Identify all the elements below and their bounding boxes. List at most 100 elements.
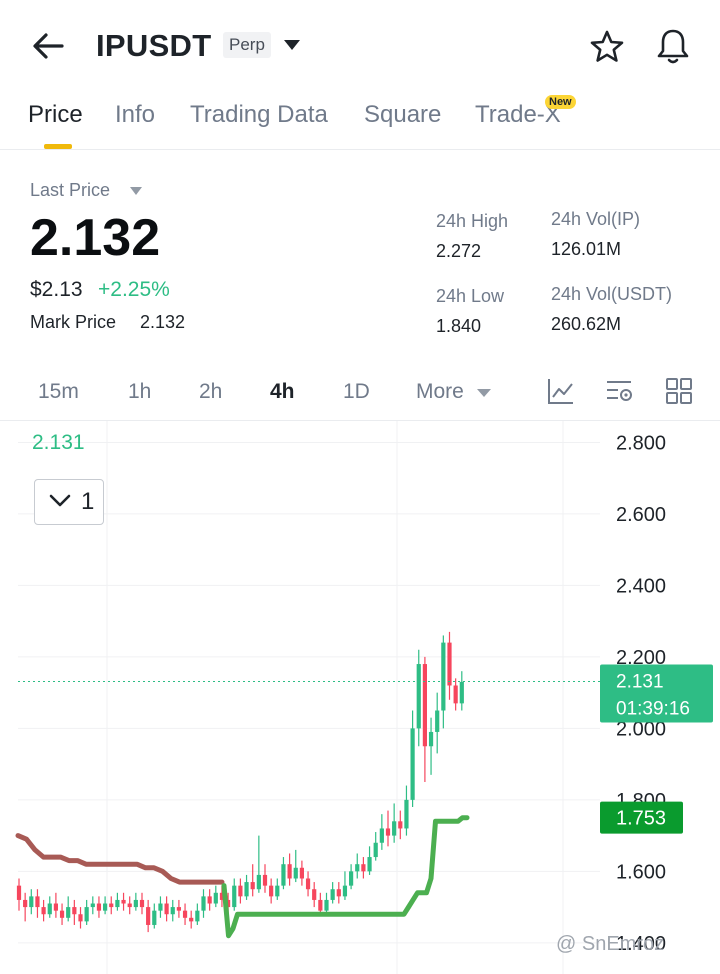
tab-price[interactable]: Price	[28, 101, 83, 129]
mark-price-value: 2.132	[140, 312, 186, 332]
candle-up	[324, 899, 329, 911]
candle-down	[78, 914, 83, 922]
candle-down	[164, 903, 169, 915]
y-tick-label: 2.600	[616, 504, 666, 526]
candle-up	[355, 864, 360, 872]
interval-more[interactable]: More	[416, 380, 464, 404]
tab-info[interactable]: Info	[115, 101, 155, 129]
tab-square[interactable]: Square	[364, 101, 441, 129]
interval-4h[interactable]: 4h	[270, 380, 295, 404]
candle-down	[41, 907, 46, 915]
candle-up	[232, 885, 237, 908]
candle-down	[447, 642, 452, 686]
symbol-dropdown-icon[interactable]	[284, 40, 300, 50]
candle-up	[103, 903, 108, 911]
candle-down	[121, 899, 126, 904]
price-chart-area[interactable]: 2.800 2.600 2.400 2.200 2.000 1.800 1.600 1.400…	[0, 420, 720, 974]
supertrend-down-line	[15, 833, 225, 885]
candle-down	[35, 896, 40, 908]
active-tab-indicator	[44, 144, 72, 149]
high-value: 2.272	[436, 241, 482, 261]
symbol-title[interactable]: IPUSDT	[96, 28, 211, 64]
indicator-collapse-button[interactable]: 1	[34, 479, 104, 525]
candle-down	[109, 903, 114, 908]
candle-down	[127, 903, 132, 908]
candle-up	[379, 828, 384, 843]
candle-up	[275, 885, 280, 897]
current-price-label: 2.131	[616, 672, 664, 693]
candle-down	[453, 685, 458, 704]
candle-up	[404, 799, 409, 829]
candle-up	[66, 907, 71, 918]
vol-ip-label: 24h Vol(IP)	[551, 209, 641, 229]
candle-down	[398, 821, 403, 829]
candle-down	[287, 864, 292, 879]
last-price-label[interactable]: Last Price	[30, 180, 110, 201]
candle-down	[299, 867, 304, 879]
layout-grid-icon[interactable]	[664, 376, 694, 406]
indicator-count: 1	[81, 488, 95, 515]
low-label: 24h Low	[436, 286, 505, 306]
chart-settings-icon[interactable]	[605, 376, 635, 406]
candle-up	[392, 821, 397, 836]
candle-down	[182, 910, 188, 918]
candle-up	[256, 874, 261, 890]
page-tabs: Price Info Trading Data Square Trade-X	[0, 92, 720, 150]
candle-down	[385, 828, 391, 836]
candle-up	[373, 842, 378, 858]
candle-up	[281, 864, 286, 886]
candle-countdown: 01:39:16	[616, 699, 690, 720]
candle-down	[361, 864, 366, 872]
candle-up	[133, 899, 138, 908]
last-price-dropdown-icon[interactable]	[130, 187, 142, 195]
candle-down	[72, 907, 77, 915]
y-tick-label: 2.400	[616, 575, 666, 597]
candle-up	[349, 871, 354, 886]
candle-down	[16, 885, 22, 900]
indicator-chart-icon[interactable]	[546, 376, 576, 406]
contract-type-badge: Perp	[223, 32, 271, 58]
interval-2h[interactable]: 2h	[199, 380, 222, 404]
candle-up	[195, 910, 200, 922]
vol-ip-value: 126.01M	[551, 239, 622, 259]
more-dropdown-icon[interactable]	[477, 389, 491, 397]
last-price-value: 2.132	[30, 209, 161, 267]
candle-up	[152, 910, 157, 925]
candle-up	[244, 882, 249, 897]
candle-up	[367, 857, 372, 872]
candle-down	[23, 899, 28, 908]
candle-up	[293, 867, 298, 879]
candle-up	[158, 903, 163, 911]
candle-down	[269, 885, 274, 897]
tab-trading-data[interactable]: Trading Data	[190, 101, 328, 129]
candlestick-chart[interactable]: 2.8002.6002.4002.2002.0001.8001.6001.400…	[0, 421, 720, 974]
candle-up	[201, 896, 206, 911]
candle-down	[146, 907, 151, 925]
candle-down	[318, 899, 323, 911]
low-value: 1.840	[436, 316, 482, 336]
interval-1h[interactable]: 1h	[128, 380, 151, 404]
indicator-price-label: 1.753	[616, 808, 666, 830]
candle-up	[410, 728, 415, 800]
vol-usdt-label: 24h Vol(USDT)	[551, 284, 673, 304]
candle-up	[330, 889, 335, 900]
candle-up	[47, 903, 52, 915]
bell-icon[interactable]	[654, 26, 692, 66]
top-bar: IPUSDT Perp	[0, 0, 720, 92]
high-label: 24h High	[436, 211, 509, 231]
y-tick-label: 1.600	[616, 861, 666, 883]
candle-down	[53, 903, 58, 911]
candle-down	[238, 885, 243, 897]
candle-down	[312, 889, 317, 900]
candle-down	[96, 903, 102, 911]
candle-down	[139, 899, 145, 908]
candle-up	[342, 885, 348, 897]
favorite-star-icon[interactable]	[588, 28, 626, 66]
watermark: @ SnEmroz	[556, 933, 665, 955]
back-arrow-icon[interactable]	[28, 28, 68, 64]
interval-1d[interactable]: 1D	[343, 380, 370, 404]
interval-15m[interactable]: 15m	[38, 380, 79, 404]
candle-down	[250, 882, 255, 890]
indicator-value-label: 2.131	[32, 431, 85, 454]
candle-down	[262, 874, 268, 886]
